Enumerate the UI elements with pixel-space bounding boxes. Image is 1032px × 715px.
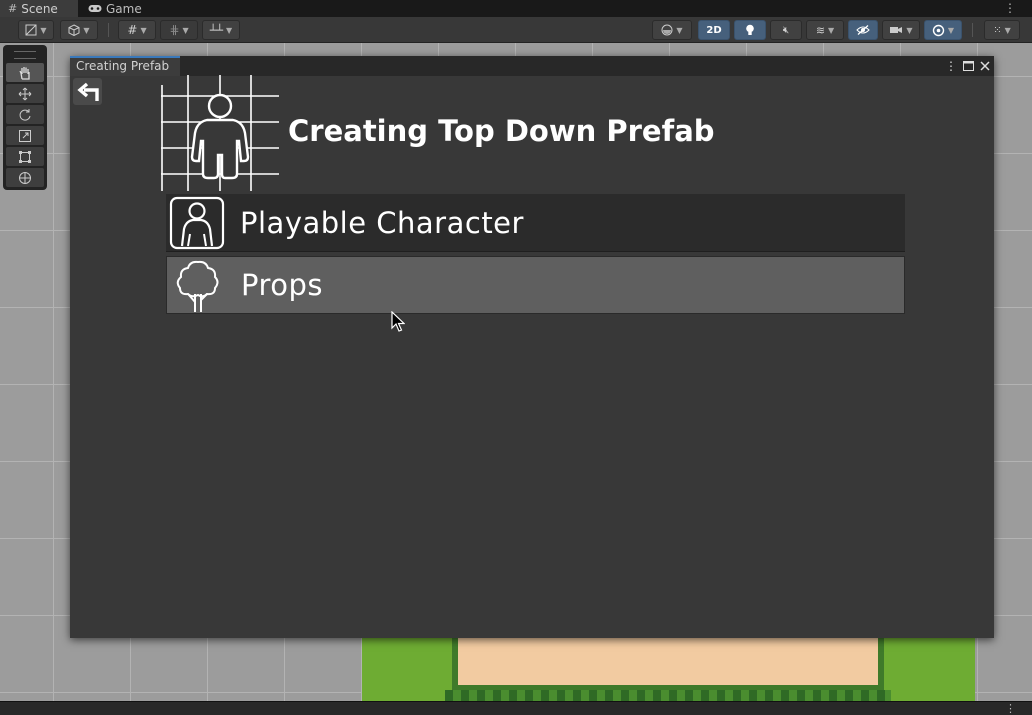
- speaker-muted-icon: 🔇︎: [782, 24, 790, 36]
- ruler-icon: ┴┴: [209, 23, 224, 37]
- hand-tool-button[interactable]: [6, 63, 44, 82]
- mouse-pointer-icon: [391, 311, 405, 332]
- effects-dropdown[interactable]: ≋ ▼: [806, 20, 844, 40]
- increment-snap-dropdown[interactable]: ┴┴ ▼: [202, 20, 240, 40]
- transform-tool-button[interactable]: [6, 168, 44, 187]
- rect-tool-button[interactable]: [6, 147, 44, 166]
- toolbar-divider: [108, 23, 109, 37]
- sand-tilemap: [452, 638, 884, 690]
- hand-icon: [19, 66, 30, 80]
- view-tab-bar: # Scene Game ⋮: [0, 0, 1032, 17]
- hedge-tilemap: [445, 690, 891, 701]
- more-options-icon[interactable]: ⋮: [1005, 702, 1016, 715]
- window-tab[interactable]: Creating Prefab: [70, 56, 180, 76]
- chevron-down-icon: ▼: [226, 25, 233, 35]
- drag-handle-icon[interactable]: [14, 51, 36, 59]
- window-header: Creating Prefab ⋮: [70, 56, 994, 76]
- chevron-down-icon: ▼: [828, 25, 835, 35]
- overlays-icon: ⁙: [993, 24, 1002, 36]
- transform-icon: [19, 171, 31, 184]
- light-bulb-icon: [746, 24, 754, 35]
- gamepad-icon: [88, 5, 102, 12]
- person-outline-icon: [169, 196, 225, 249]
- layers-icon: ≋: [815, 23, 826, 37]
- toggle-2d-button[interactable]: 2D: [698, 20, 730, 40]
- menu-item-playable-character[interactable]: Playable Character: [166, 194, 905, 252]
- chevron-down-icon: ▼: [1004, 25, 1011, 35]
- unity-editor: # Scene Game ⋮ ▼ ▼ # ▼ ⋕ ▼ ┴┴ ▼ ▼ 2D 🔇︎ …: [0, 0, 1032, 715]
- grid-hash-icon: #: [8, 2, 18, 15]
- character-grid-icon: [161, 75, 279, 191]
- chevron-down-icon: ▼: [947, 25, 955, 35]
- rotate-tool-button[interactable]: [6, 105, 44, 124]
- cube-icon: [68, 24, 80, 36]
- more-options-icon[interactable]: ⋮: [1004, 0, 1016, 17]
- snap-settings-dropdown[interactable]: # ▼: [118, 20, 156, 40]
- close-icon[interactable]: [980, 61, 990, 71]
- scale-icon: [19, 129, 31, 142]
- shading-dropdown[interactable]: ▼: [652, 20, 692, 40]
- maximize-icon[interactable]: [963, 61, 974, 71]
- gizmo-icon: [932, 24, 945, 36]
- tool-palette: [3, 45, 47, 190]
- menu-item-label: Props: [241, 268, 324, 302]
- eye-slash-icon: [856, 25, 870, 35]
- grid-snap-icon: #: [127, 23, 138, 37]
- camera-dropdown[interactable]: ▼: [882, 20, 920, 40]
- chevron-down-icon: ▼: [40, 25, 47, 35]
- lighting-toggle[interactable]: [734, 20, 766, 40]
- grid-icon: ⋕: [169, 23, 180, 37]
- tab-scene-label: Scene: [21, 1, 58, 16]
- chevron-down-icon: ▼: [676, 25, 683, 35]
- scale-tool-button[interactable]: [6, 126, 44, 145]
- scene-toolbar: ▼ ▼ # ▼ ⋕ ▼ ┴┴ ▼ ▼ 2D 🔇︎ ≋ ▼ ▼ ▼ ⁙ ▼: [0, 17, 1032, 43]
- rect-transform-icon: [19, 150, 31, 163]
- toggle-2d-label: 2D: [706, 24, 722, 36]
- more-options-icon[interactable]: ⋮: [945, 59, 957, 73]
- camera-icon: [890, 27, 903, 33]
- menu-item-props[interactable]: Props: [166, 256, 905, 314]
- chevron-down-icon: ▼: [140, 25, 147, 35]
- menu-item-label: Playable Character: [240, 205, 524, 240]
- chevron-down-icon: ▼: [906, 25, 913, 35]
- sphere-icon: [661, 24, 673, 36]
- toolbar-divider: [972, 23, 973, 37]
- window-controls: ⋮: [945, 56, 990, 76]
- scene-visibility-toggle[interactable]: [848, 20, 878, 40]
- tab-game-label: Game: [106, 1, 142, 16]
- move-arrows-icon: [18, 87, 32, 100]
- bottom-panel-strip: ⋮: [0, 701, 1032, 715]
- rotate-icon: [19, 108, 31, 121]
- draw-mode-dropdown[interactable]: ▼: [18, 20, 54, 40]
- back-button[interactable]: [73, 78, 102, 105]
- draw-mode-icon: [25, 24, 37, 36]
- move-tool-button[interactable]: [6, 84, 44, 103]
- tab-scene[interactable]: # Scene: [0, 0, 78, 17]
- overlays-dropdown[interactable]: ⁙ ▼: [984, 20, 1020, 40]
- render-mode-dropdown[interactable]: ▼: [60, 20, 98, 40]
- audio-toggle[interactable]: 🔇︎: [770, 20, 802, 40]
- tree-icon: [176, 260, 219, 312]
- chevron-down-icon: ▼: [182, 25, 189, 35]
- back-arrow-icon: [76, 82, 99, 101]
- chevron-down-icon: ▼: [83, 25, 90, 35]
- grid-visibility-dropdown[interactable]: ⋕ ▼: [160, 20, 198, 40]
- window-title: Creating Top Down Prefab: [288, 114, 715, 148]
- gizmos-dropdown[interactable]: ▼: [924, 20, 962, 40]
- tab-game[interactable]: Game: [80, 0, 158, 17]
